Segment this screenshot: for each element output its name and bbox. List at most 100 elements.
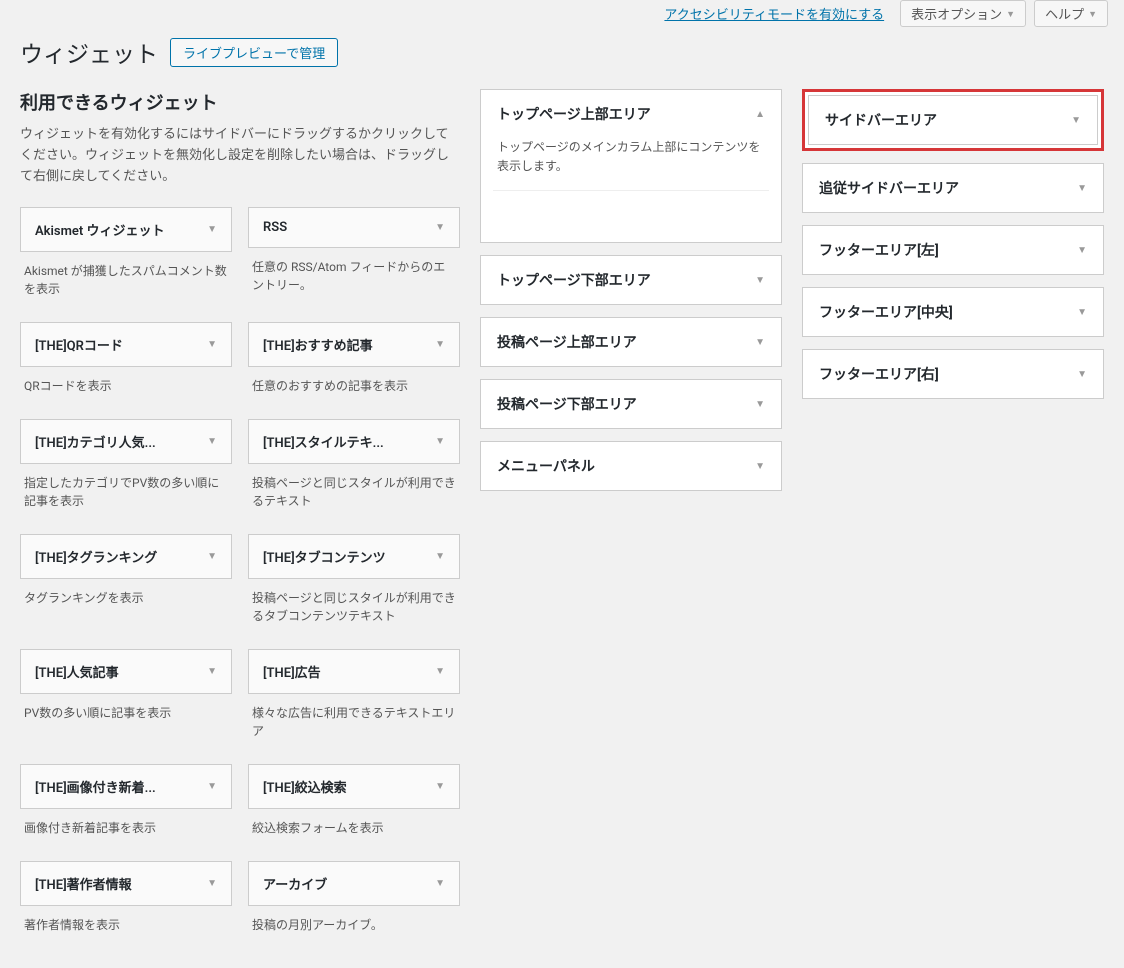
live-preview-button[interactable]: ライブプレビューで管理	[170, 38, 338, 67]
help-label: ヘルプ	[1045, 4, 1084, 23]
chevron-down-icon: ▼	[435, 666, 445, 677]
screen-options-label: 表示オプション	[911, 4, 1002, 23]
available-widgets-title: 利用できるウィジェット	[20, 89, 460, 115]
widget-author[interactable]: [THE]著作者情報▼	[20, 861, 232, 906]
chevron-down-icon: ▼	[435, 436, 445, 447]
chevron-down-icon: ▼	[1006, 9, 1015, 19]
chevron-down-icon: ▼	[755, 275, 765, 286]
area-header[interactable]: フッターエリア[左] ▼	[803, 226, 1103, 274]
page-header: ウィジェット ライブプレビューで管理	[20, 35, 1104, 69]
widget-desc: 投稿の月別アーカイブ。	[248, 906, 460, 948]
widget-areas-right: サイドバーエリア ▼ 追従サイドバーエリア ▼ フッターエリア[左] ▼ フッタ…	[802, 89, 1104, 411]
chevron-down-icon: ▼	[1077, 369, 1087, 380]
chevron-down-icon: ▼	[207, 224, 217, 235]
widget-desc: 投稿ページと同じスタイルが利用できるタブコンテンツテキスト	[248, 579, 460, 639]
widget-title: アーカイブ	[263, 874, 327, 893]
chevron-down-icon: ▼	[207, 436, 217, 447]
available-widgets-desc: ウィジェットを有効化するにはサイドバーにドラッグするかクリックしてください。ウィ…	[20, 125, 460, 187]
widget-tag-ranking[interactable]: [THE]タグランキング ▼	[20, 534, 232, 579]
widget-areas-mid: トップページ上部エリア ▲ トップページのメインカラム上部にコンテンツを表示しま…	[480, 89, 782, 503]
area-title: 投稿ページ下部エリア	[497, 394, 637, 414]
area-header[interactable]: トップページ下部エリア ▼	[481, 256, 781, 304]
widget-desc: 任意のおすすめの記事を表示	[248, 367, 460, 409]
widget-desc: 画像付き新着記事を表示	[20, 809, 232, 851]
widget-tab-contents[interactable]: [THE]タブコンテンツ ▼	[248, 534, 460, 579]
area-menu-panel: メニューパネル ▼	[480, 441, 782, 491]
widget-title: [THE]QRコード	[35, 335, 123, 354]
widget-desc: PV数の多い順に記事を表示	[20, 694, 232, 736]
widget-popular[interactable]: [THE]人気記事 ▼	[20, 649, 232, 694]
chevron-down-icon: ▼	[435, 222, 445, 233]
widget-recommend[interactable]: [THE]おすすめ記事 ▼	[248, 322, 460, 367]
widget-style-text[interactable]: [THE]スタイルテキ... ▼	[248, 419, 460, 464]
area-header[interactable]: フッターエリア[右] ▼	[803, 350, 1103, 398]
available-widgets-column: 利用できるウィジェット ウィジェットを有効化するにはサイドバーにドラッグするかク…	[20, 89, 460, 948]
area-title: フッターエリア[左]	[819, 240, 939, 260]
area-footer-left: フッターエリア[左] ▼	[802, 225, 1104, 275]
chevron-down-icon: ▼	[1088, 9, 1097, 19]
chevron-down-icon: ▼	[1077, 183, 1087, 194]
widget-desc: Akismet が捕獲したスパムコメント数を表示	[20, 252, 232, 312]
area-header[interactable]: サイドバーエリア ▼	[808, 95, 1098, 145]
area-title: トップページ下部エリア	[497, 270, 651, 290]
help-button[interactable]: ヘルプ ▼	[1034, 0, 1108, 27]
widget-title: [THE]タブコンテンツ	[263, 547, 386, 566]
area-post-upper: 投稿ページ上部エリア ▼	[480, 317, 782, 367]
widget-title: [THE]著作者情報	[35, 874, 132, 893]
chevron-up-icon: ▲	[755, 109, 765, 120]
chevron-down-icon: ▼	[207, 551, 217, 562]
chevron-down-icon: ▼	[435, 339, 445, 350]
widget-category-popular[interactable]: [THE]カテゴリ人気... ▼	[20, 419, 232, 464]
widget-qr[interactable]: [THE]QRコード ▼	[20, 322, 232, 367]
widget-akismet[interactable]: Akismet ウィジェット▼	[20, 207, 232, 252]
area-dropzone[interactable]	[493, 190, 769, 230]
chevron-down-icon: ▼	[207, 339, 217, 350]
chevron-down-icon: ▼	[207, 666, 217, 677]
area-top-upper: トップページ上部エリア ▲ トップページのメインカラム上部にコンテンツを表示しま…	[480, 89, 782, 243]
widget-ad[interactable]: [THE]広告 ▼	[248, 649, 460, 694]
chevron-down-icon: ▼	[755, 337, 765, 348]
area-header[interactable]: メニューパネル ▼	[481, 442, 781, 490]
chevron-down-icon: ▼	[207, 781, 217, 792]
widget-desc: QRコードを表示	[20, 367, 232, 409]
chevron-down-icon: ▼	[755, 461, 765, 472]
widget-filter-search[interactable]: [THE]絞込検索▼	[248, 764, 460, 809]
widget-title: [THE]カテゴリ人気...	[35, 432, 156, 451]
widget-desc: 絞込検索フォームを表示	[248, 809, 460, 851]
page-title: ウィジェット	[20, 35, 158, 69]
widget-archive[interactable]: アーカイブ▼	[248, 861, 460, 906]
area-title: フッターエリア[右]	[819, 364, 939, 384]
widget-title: [THE]スタイルテキ...	[263, 432, 384, 451]
area-header[interactable]: フッターエリア[中央] ▼	[803, 288, 1103, 336]
area-header[interactable]: 投稿ページ下部エリア ▼	[481, 380, 781, 428]
area-footer-right: フッターエリア[右] ▼	[802, 349, 1104, 399]
area-desc: トップページのメインカラム上部にコンテンツを表示します。	[481, 138, 781, 190]
widgets-grid: Akismet ウィジェット▼Akismet が捕獲したスパムコメント数を表示 …	[20, 207, 460, 948]
widget-desc: 著作者情報を表示	[20, 906, 232, 948]
area-title: トップページ上部エリア	[497, 104, 651, 124]
widget-title: [THE]広告	[263, 662, 321, 681]
chevron-down-icon: ▼	[1077, 245, 1087, 256]
widget-title: [THE]人気記事	[35, 662, 119, 681]
chevron-down-icon: ▼	[435, 551, 445, 562]
area-title: 投稿ページ上部エリア	[497, 332, 637, 352]
chevron-down-icon: ▼	[755, 399, 765, 410]
area-title: メニューパネル	[497, 456, 595, 476]
area-title: 追従サイドバーエリア	[819, 178, 959, 198]
area-header[interactable]: 追従サイドバーエリア ▼	[803, 164, 1103, 212]
widget-new-image[interactable]: [THE]画像付き新着... ▼	[20, 764, 232, 809]
widget-desc: タグランキングを表示	[20, 579, 232, 621]
area-footer-center: フッターエリア[中央] ▼	[802, 287, 1104, 337]
chevron-down-icon: ▼	[1077, 307, 1087, 318]
widget-title: [THE]おすすめ記事	[263, 335, 373, 354]
widget-title: [THE]タグランキング	[35, 547, 157, 566]
area-top-lower: トップページ下部エリア ▼	[480, 255, 782, 305]
widget-title: [THE]画像付き新着...	[35, 777, 156, 796]
widget-rss[interactable]: RSS ▼	[248, 207, 460, 248]
area-header[interactable]: トップページ上部エリア ▲	[481, 90, 781, 138]
area-header[interactable]: 投稿ページ上部エリア ▼	[481, 318, 781, 366]
area-post-lower: 投稿ページ下部エリア ▼	[480, 379, 782, 429]
accessibility-link[interactable]: アクセシビリティモードを有効にする	[664, 4, 884, 23]
screen-options-button[interactable]: 表示オプション ▼	[900, 0, 1026, 27]
widget-title: RSS	[263, 220, 287, 235]
